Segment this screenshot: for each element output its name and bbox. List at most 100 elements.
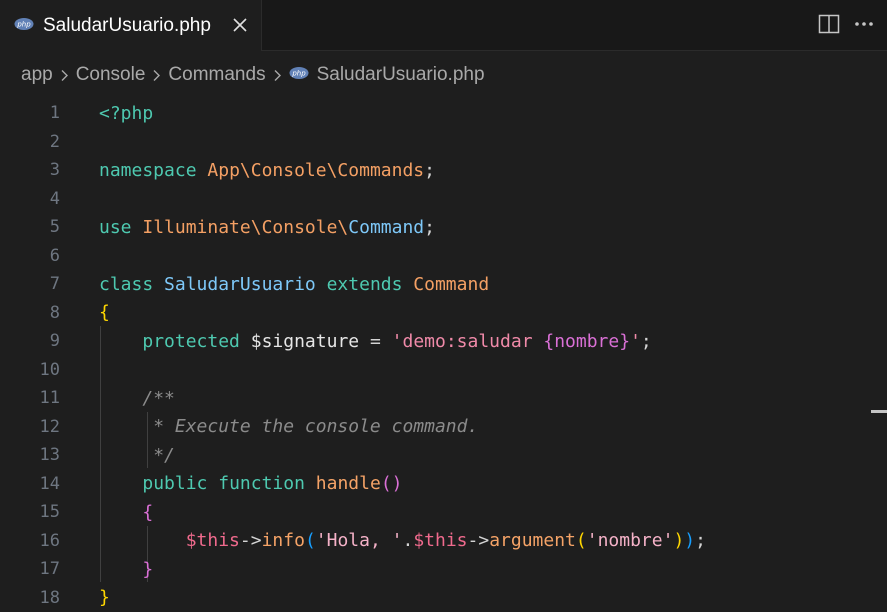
line-number: 7 bbox=[49, 274, 60, 295]
code-line: 17 } bbox=[0, 555, 887, 584]
namespace-token: App\Console\Commands bbox=[207, 159, 425, 181]
code-line: 2 bbox=[0, 128, 887, 157]
php-open-tag: <?php bbox=[99, 102, 154, 124]
line-number: 16 bbox=[39, 530, 60, 551]
paren-token: ( bbox=[304, 530, 316, 552]
scrollbar-cursor-marker bbox=[871, 410, 887, 413]
punctuation-token: ; bbox=[640, 330, 652, 352]
chevron-right-icon bbox=[60, 69, 69, 82]
svg-text:php: php bbox=[291, 70, 306, 78]
breadcrumb-item-file[interactable]: php SaludarUsuario.php bbox=[289, 64, 485, 86]
breadcrumb: app Console Commands php SaludarUsuario.… bbox=[0, 51, 887, 99]
tab-saludar-usuario[interactable]: php SaludarUsuario.php bbox=[0, 0, 262, 51]
line-number: 13 bbox=[39, 445, 60, 466]
line-number: 1 bbox=[49, 103, 60, 124]
this-token: $this bbox=[185, 530, 240, 552]
line-number: 2 bbox=[49, 131, 60, 152]
line-number: 17 bbox=[39, 559, 60, 580]
namespace-token: Illuminate\Console\ bbox=[142, 216, 349, 238]
keyword-token: use bbox=[99, 216, 132, 238]
svg-text:php: php bbox=[16, 21, 31, 29]
line-number: 18 bbox=[39, 587, 60, 608]
line-number: 14 bbox=[39, 473, 60, 494]
brace-token: } bbox=[142, 558, 154, 580]
comment-token: */ bbox=[142, 444, 175, 466]
code-line: 16 $this->info('Hola, '.$this->argument(… bbox=[0, 527, 887, 556]
keyword-token: class bbox=[99, 273, 154, 295]
function-name-token: handle bbox=[315, 473, 381, 495]
paren-token: ) bbox=[391, 473, 403, 495]
code-line: 5 use Illuminate\Console\Command; bbox=[0, 213, 887, 242]
php-file-icon: php bbox=[289, 64, 309, 86]
breadcrumb-item-commands[interactable]: Commands bbox=[168, 64, 265, 86]
brace-token: { bbox=[142, 501, 154, 523]
php-file-icon: php bbox=[14, 16, 34, 35]
code-line: 4 bbox=[0, 185, 887, 214]
line-number: 11 bbox=[39, 388, 60, 409]
breadcrumb-file-label: SaludarUsuario.php bbox=[316, 64, 485, 85]
keyword-token: protected bbox=[142, 330, 240, 352]
more-actions-icon[interactable] bbox=[853, 14, 875, 38]
string-token: 'Hola, ' bbox=[315, 530, 403, 552]
paren-token: ( bbox=[380, 473, 392, 495]
operator-token: . bbox=[402, 530, 414, 552]
code-line: 10 bbox=[0, 356, 887, 385]
keyword-token: public bbox=[142, 473, 208, 495]
paren-token: ( bbox=[575, 530, 587, 552]
code-line: 6 bbox=[0, 242, 887, 271]
method-token: info bbox=[261, 530, 305, 552]
brace-token: { bbox=[99, 302, 110, 324]
chevron-right-icon bbox=[152, 69, 161, 82]
operator-token: -> bbox=[239, 530, 262, 552]
line-number: 4 bbox=[49, 188, 60, 209]
line-number: 6 bbox=[49, 245, 60, 266]
string-placeholder-token: {nombre} bbox=[543, 330, 631, 352]
comment-token: * Execute the console command. bbox=[142, 416, 479, 438]
class-token: Command bbox=[348, 216, 425, 238]
chevron-right-icon bbox=[273, 69, 282, 82]
line-number: 9 bbox=[49, 331, 60, 352]
breadcrumb-item-console[interactable]: Console bbox=[76, 64, 146, 86]
keyword-token: namespace bbox=[99, 159, 197, 181]
punctuation-token: ; bbox=[424, 216, 435, 238]
tab-label: SaludarUsuario.php bbox=[43, 14, 211, 36]
code-line: 1 <?php bbox=[0, 99, 887, 128]
code-line: 7 class SaludarUsuario extends Command bbox=[0, 270, 887, 299]
line-number: 5 bbox=[49, 217, 60, 238]
breadcrumb-item-app[interactable]: app bbox=[21, 64, 53, 86]
line-number: 8 bbox=[49, 302, 60, 323]
line-number: 10 bbox=[39, 359, 60, 380]
code-line: 13 */ bbox=[0, 441, 887, 470]
operator-token: -> bbox=[467, 530, 490, 552]
class-name-token: SaludarUsuario bbox=[164, 273, 316, 295]
close-icon[interactable] bbox=[230, 13, 250, 37]
parent-class-token: Command bbox=[413, 273, 490, 295]
code-line: 9 protected $signature = 'demo:saludar {… bbox=[0, 327, 887, 356]
comment-token: /** bbox=[142, 387, 175, 409]
keyword-token: extends bbox=[326, 273, 403, 295]
punctuation-token: ; bbox=[695, 530, 706, 552]
method-token: argument bbox=[489, 530, 576, 552]
line-number: 3 bbox=[49, 160, 60, 181]
line-number: 12 bbox=[39, 416, 60, 437]
keyword-token: function bbox=[218, 473, 305, 495]
code-line: 8 { bbox=[0, 299, 887, 328]
code-line: 12 * Execute the console command. bbox=[0, 413, 887, 442]
paren-token: ) bbox=[673, 530, 685, 552]
string-token: ' bbox=[391, 330, 403, 352]
code-editor[interactable]: 1 <?php 2 3 namespace App\Console\Comman… bbox=[0, 99, 887, 612]
string-token: 'nombre' bbox=[586, 530, 674, 552]
code-line: 3 namespace App\Console\Commands; bbox=[0, 156, 887, 185]
punctuation-token: ; bbox=[424, 159, 435, 181]
code-line: 11 /** bbox=[0, 384, 887, 413]
code-line: 15 { bbox=[0, 498, 887, 527]
split-editor-icon[interactable] bbox=[818, 14, 840, 38]
string-token: demo:saludar bbox=[402, 330, 544, 352]
operator-token: = bbox=[359, 330, 392, 352]
this-token: $this bbox=[413, 530, 468, 552]
vertical-scrollbar[interactable] bbox=[872, 99, 887, 612]
brace-token: } bbox=[99, 587, 110, 609]
code-line: 14 public function handle() bbox=[0, 470, 887, 499]
paren-token: ) bbox=[684, 530, 696, 552]
code-line: 18 } bbox=[0, 584, 887, 612]
